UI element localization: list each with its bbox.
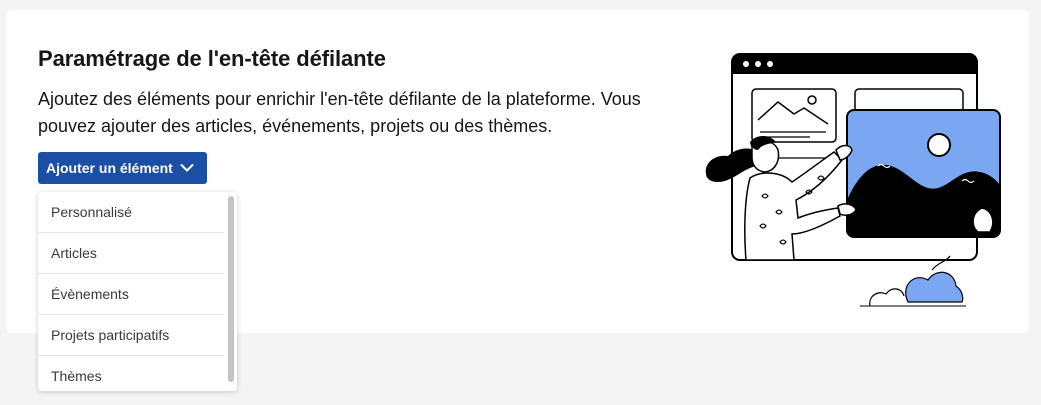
menu-item-themes[interactable]: Thèmes — [38, 356, 224, 391]
add-element-label: Ajouter un élément — [46, 160, 173, 176]
add-element-dropdown-menu: Personnalisé Articles Évènements Projets… — [38, 192, 237, 391]
chevron-down-icon — [180, 164, 194, 172]
add-element-button[interactable]: Ajouter un élément — [38, 152, 207, 184]
header-illustration — [705, 53, 1001, 307]
menu-item-personnalise[interactable]: Personnalisé — [38, 192, 224, 233]
menu-item-evenements[interactable]: Évènements — [38, 274, 224, 315]
page-description: Ajoutez des éléments pour enrichir l'en-… — [38, 89, 641, 136]
page-title: Paramétrage de l'en-tête défilante — [38, 46, 386, 71]
menu-item-projets-participatifs[interactable]: Projets participatifs — [38, 315, 224, 356]
menu-item-articles[interactable]: Articles — [38, 233, 224, 274]
dropdown-scrollbar[interactable] — [228, 196, 234, 382]
